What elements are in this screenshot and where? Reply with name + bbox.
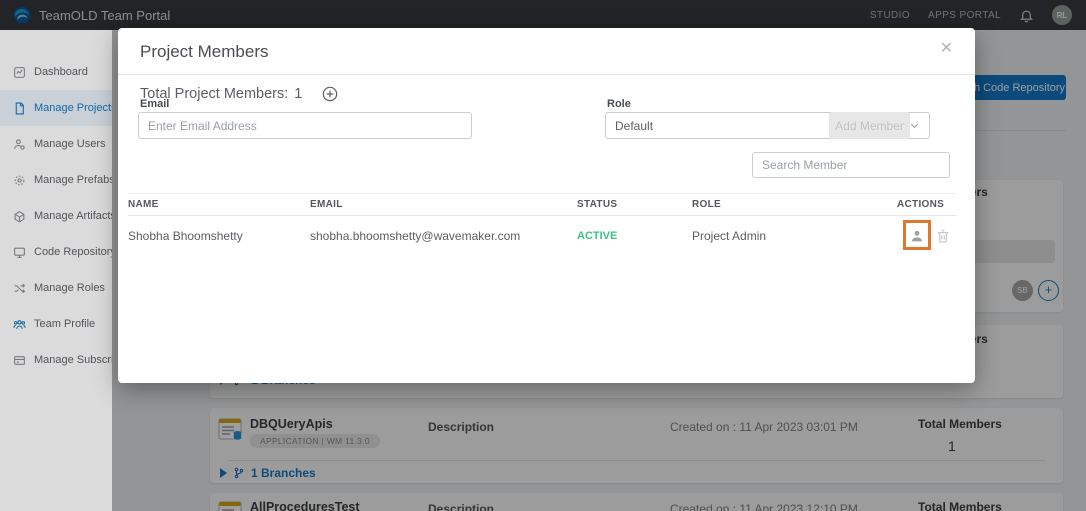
members-table: NAME EMAIL STATUS ROLE ACTIONS Shobha Bh… [128, 193, 957, 255]
total-members-row: Total Project Members: 1 [140, 86, 338, 102]
add-member-plus-icon[interactable] [322, 86, 338, 102]
col-role: ROLE [692, 199, 897, 210]
member-actions [897, 216, 957, 256]
email-input[interactable] [138, 112, 472, 139]
members-table-header: NAME EMAIL STATUS ROLE ACTIONS [128, 193, 957, 215]
delete-member-trash-icon[interactable] [935, 228, 951, 244]
role-selected-value: Default [615, 119, 653, 133]
member-name: Shobha Bhoomshetty [128, 229, 310, 243]
member-status-badge: ACTIVE [577, 230, 692, 242]
add-member-button[interactable]: Add Member [829, 112, 910, 139]
member-role: Project Admin [692, 229, 897, 243]
close-icon[interactable]: ✕ [940, 38, 953, 58]
col-actions: ACTIONS [897, 199, 957, 210]
role-label: Role [607, 98, 631, 110]
chevron-down-icon [909, 120, 920, 131]
project-members-modal: Project Members ✕ Total Project Members:… [118, 28, 975, 383]
member-row: Shobha Bhoomshetty shobha.bhoomshetty@wa… [128, 215, 957, 255]
search-member-input[interactable] [752, 152, 950, 178]
total-members-count: 1 [294, 86, 302, 102]
col-email: EMAIL [310, 199, 577, 210]
email-label: Email [140, 98, 169, 110]
col-status: STATUS [577, 199, 692, 210]
modal-backdrop-sidebar [0, 30, 112, 511]
member-email: shobha.bhoomshetty@wavemaker.com [310, 229, 577, 243]
col-name: NAME [128, 199, 310, 210]
modal-header-divider [118, 74, 975, 75]
modal-backdrop-top [0, 0, 1086, 30]
modal-title: Project Members [140, 42, 268, 62]
member-permission-icon[interactable] [909, 228, 925, 244]
